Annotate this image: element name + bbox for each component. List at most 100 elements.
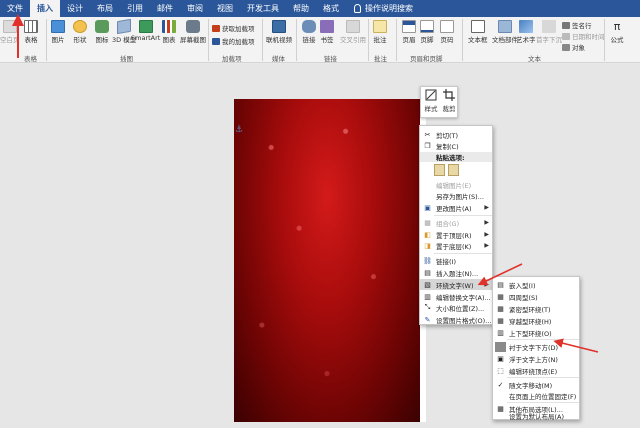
- screenshot-button[interactable]: 屏幕截图: [180, 20, 206, 44]
- page-number-label: 页码: [440, 36, 454, 44]
- ribbon-tab-bar: 文件 插入 设计 布局 引用 邮件 审阅 视图 开发工具 帮助 格式 操作说明搜…: [0, 0, 640, 17]
- tab-layout[interactable]: 布局: [90, 0, 120, 17]
- picture-button[interactable]: 图片: [51, 20, 65, 44]
- menu-item-change-picture[interactable]: ▣ 更改图片(A) ▶: [420, 202, 492, 213]
- cross-reference-button[interactable]: 交叉引用: [340, 20, 366, 44]
- footer-button[interactable]: 页脚: [420, 20, 434, 44]
- menu-item-group: ▦ 组合(G) ▶: [420, 217, 492, 228]
- menu-label: 设置为默认布局(A): [509, 412, 565, 421]
- picture-context-menu: ✂ 剪切(T) ❐ 复制(C) 粘贴选项: 编辑图片(E) 另存为图片(S)... …: [419, 125, 493, 325]
- shapes-icon: [73, 20, 87, 33]
- menu-item-wrap-text[interactable]: ▧ 环绕文字(W) ▶: [420, 279, 492, 290]
- tab-insert[interactable]: 插入: [30, 0, 60, 17]
- menu-item-move-with-text[interactable]: ✓ 随文字移动(M): [493, 379, 579, 390]
- object-icon: [562, 43, 570, 51]
- quick-parts-button[interactable]: 文档部件: [492, 20, 518, 44]
- group-label-links: 链接: [324, 55, 337, 63]
- menu-item-wrap-behind-text[interactable]: 衬于文字下方(D): [493, 341, 579, 352]
- text-box-icon: [470, 20, 485, 33]
- date-time-button[interactable]: 日期和时间: [562, 31, 605, 41]
- chart-label: 图表: [162, 36, 176, 44]
- object-button[interactable]: 对象: [562, 42, 585, 52]
- tab-design[interactable]: 设计: [60, 0, 90, 17]
- shapes-button[interactable]: 形状: [73, 20, 87, 44]
- tab-developer[interactable]: 开发工具: [240, 0, 286, 17]
- group-label-media: 媒体: [272, 55, 285, 63]
- group-separator: [46, 19, 47, 61]
- menu-item-copy[interactable]: ❐ 复制(C): [420, 140, 492, 151]
- selected-picture[interactable]: [234, 99, 420, 422]
- tab-file[interactable]: 文件: [0, 0, 30, 17]
- smartart-button[interactable]: SmartArt: [131, 20, 160, 42]
- menu-item-format-picture[interactable]: ✎ 设置图片格式(O)...: [420, 314, 492, 325]
- link-icon: ⛓: [423, 256, 432, 265]
- menu-item-wrap-in-front[interactable]: ▣ 浮于文字上方(N): [493, 353, 579, 364]
- get-addins-button[interactable]: 获取加载项: [212, 23, 255, 33]
- group-label-header-footer: 页眉和页脚: [410, 55, 443, 63]
- drop-cap-button[interactable]: 首字下沉: [536, 20, 562, 44]
- comment-button[interactable]: 批注: [373, 20, 387, 44]
- paste-options-header: 粘贴选项:: [420, 152, 492, 162]
- link-label: 链接: [302, 36, 316, 44]
- menu-label: 浮于文字上方(N): [509, 355, 558, 364]
- online-video-button[interactable]: 联机视频: [266, 20, 292, 44]
- menu-item-wrap-through[interactable]: ▦ 穿越型环绕(H): [493, 315, 579, 326]
- menu-item-insert-caption[interactable]: ▤ 插入题注(N)...: [420, 267, 492, 278]
- link-button[interactable]: 链接: [302, 20, 316, 44]
- menu-item-size-position[interactable]: ⤡ 大小和位置(Z)...: [420, 302, 492, 313]
- size-position-icon: ⤡: [424, 303, 431, 311]
- tab-help[interactable]: 帮助: [286, 0, 316, 17]
- wordart-label: 艺术字: [516, 36, 536, 44]
- wordart-button[interactable]: 艺术字: [516, 20, 536, 44]
- menu-item-wrap-inline[interactable]: ▤ 嵌入型(I): [493, 279, 579, 290]
- style-button[interactable]: 样式: [422, 89, 440, 113]
- menu-item-cut[interactable]: ✂ 剪切(T): [420, 129, 492, 140]
- tab-mailings[interactable]: 邮件: [150, 0, 180, 17]
- menu-item-send-to-back[interactable]: ◨ 置于底层(K) ▶: [420, 240, 492, 251]
- page-number-button[interactable]: 页码: [440, 20, 454, 44]
- tab-format[interactable]: 格式: [316, 0, 346, 17]
- crop-icon: [443, 89, 455, 101]
- menu-item-set-default-layout[interactable]: 设置为默认布局(A): [493, 410, 579, 421]
- get-addins-label: 获取加载项: [222, 25, 255, 33]
- tab-references[interactable]: 引用: [120, 0, 150, 17]
- tab-review[interactable]: 审阅: [180, 0, 210, 17]
- calendar-icon: [562, 32, 570, 40]
- menu-divider: [434, 215, 492, 216]
- menu-item-wrap-square[interactable]: ▦ 四周型(S): [493, 291, 579, 302]
- header-button[interactable]: 页眉: [402, 20, 416, 44]
- menu-item-wrap-top-bottom[interactable]: ▥ 上下型环绕(O): [493, 327, 579, 338]
- wrap-square-icon: ▦: [497, 292, 504, 301]
- blank-page-button[interactable]: 空白页: [0, 20, 20, 44]
- chart-button[interactable]: 图表: [162, 20, 176, 44]
- group-label-comments: 批注: [374, 55, 387, 63]
- video-icon: [272, 20, 286, 33]
- text-box-button[interactable]: 文本框: [468, 20, 488, 44]
- submenu-arrow-icon: ▶: [484, 281, 489, 288]
- tab-view[interactable]: 视图: [210, 0, 240, 17]
- menu-item-bring-to-front[interactable]: ◧ 置于顶层(R) ▶: [420, 229, 492, 240]
- crop-button[interactable]: 裁剪: [440, 89, 458, 113]
- my-addins-button[interactable]: 我的加载项: [212, 36, 255, 46]
- menu-item-edit-alt-text[interactable]: ▥ 编辑替换文字(A)...: [420, 291, 492, 302]
- table-button[interactable]: 表格: [24, 20, 38, 44]
- signature-icon: [562, 21, 570, 29]
- menu-item-edit-wrap-points[interactable]: ⬚ 编辑环绕顶点(E): [493, 365, 579, 376]
- menu-item-link[interactable]: ⛓ 链接(I): [420, 255, 492, 266]
- menu-item-wrap-tight[interactable]: ▦ 紧密型环绕(T): [493, 303, 579, 314]
- pi-icon: π: [613, 20, 621, 33]
- menu-label: 嵌入型(I): [509, 281, 536, 290]
- group-separator: [604, 19, 605, 61]
- signature-line-button[interactable]: 签名行: [562, 20, 592, 30]
- picture-style-icon: [425, 89, 437, 101]
- paste-keep-format-icon[interactable]: [434, 164, 445, 176]
- equation-button[interactable]: π 公式: [610, 20, 624, 44]
- bookmark-button[interactable]: 书签: [320, 20, 334, 44]
- menu-item-save-as-picture[interactable]: 另存为图片(S)...: [420, 190, 492, 201]
- group-separator: [368, 19, 369, 61]
- icons-button[interactable]: 图标: [95, 20, 109, 44]
- menu-item-fix-position[interactable]: 在页面上的位置固定(F): [493, 390, 579, 401]
- paste-picture-icon[interactable]: [448, 164, 459, 176]
- wrap-inline-icon: ▤: [497, 280, 504, 289]
- tell-me-search[interactable]: 操作说明搜索: [354, 3, 413, 14]
